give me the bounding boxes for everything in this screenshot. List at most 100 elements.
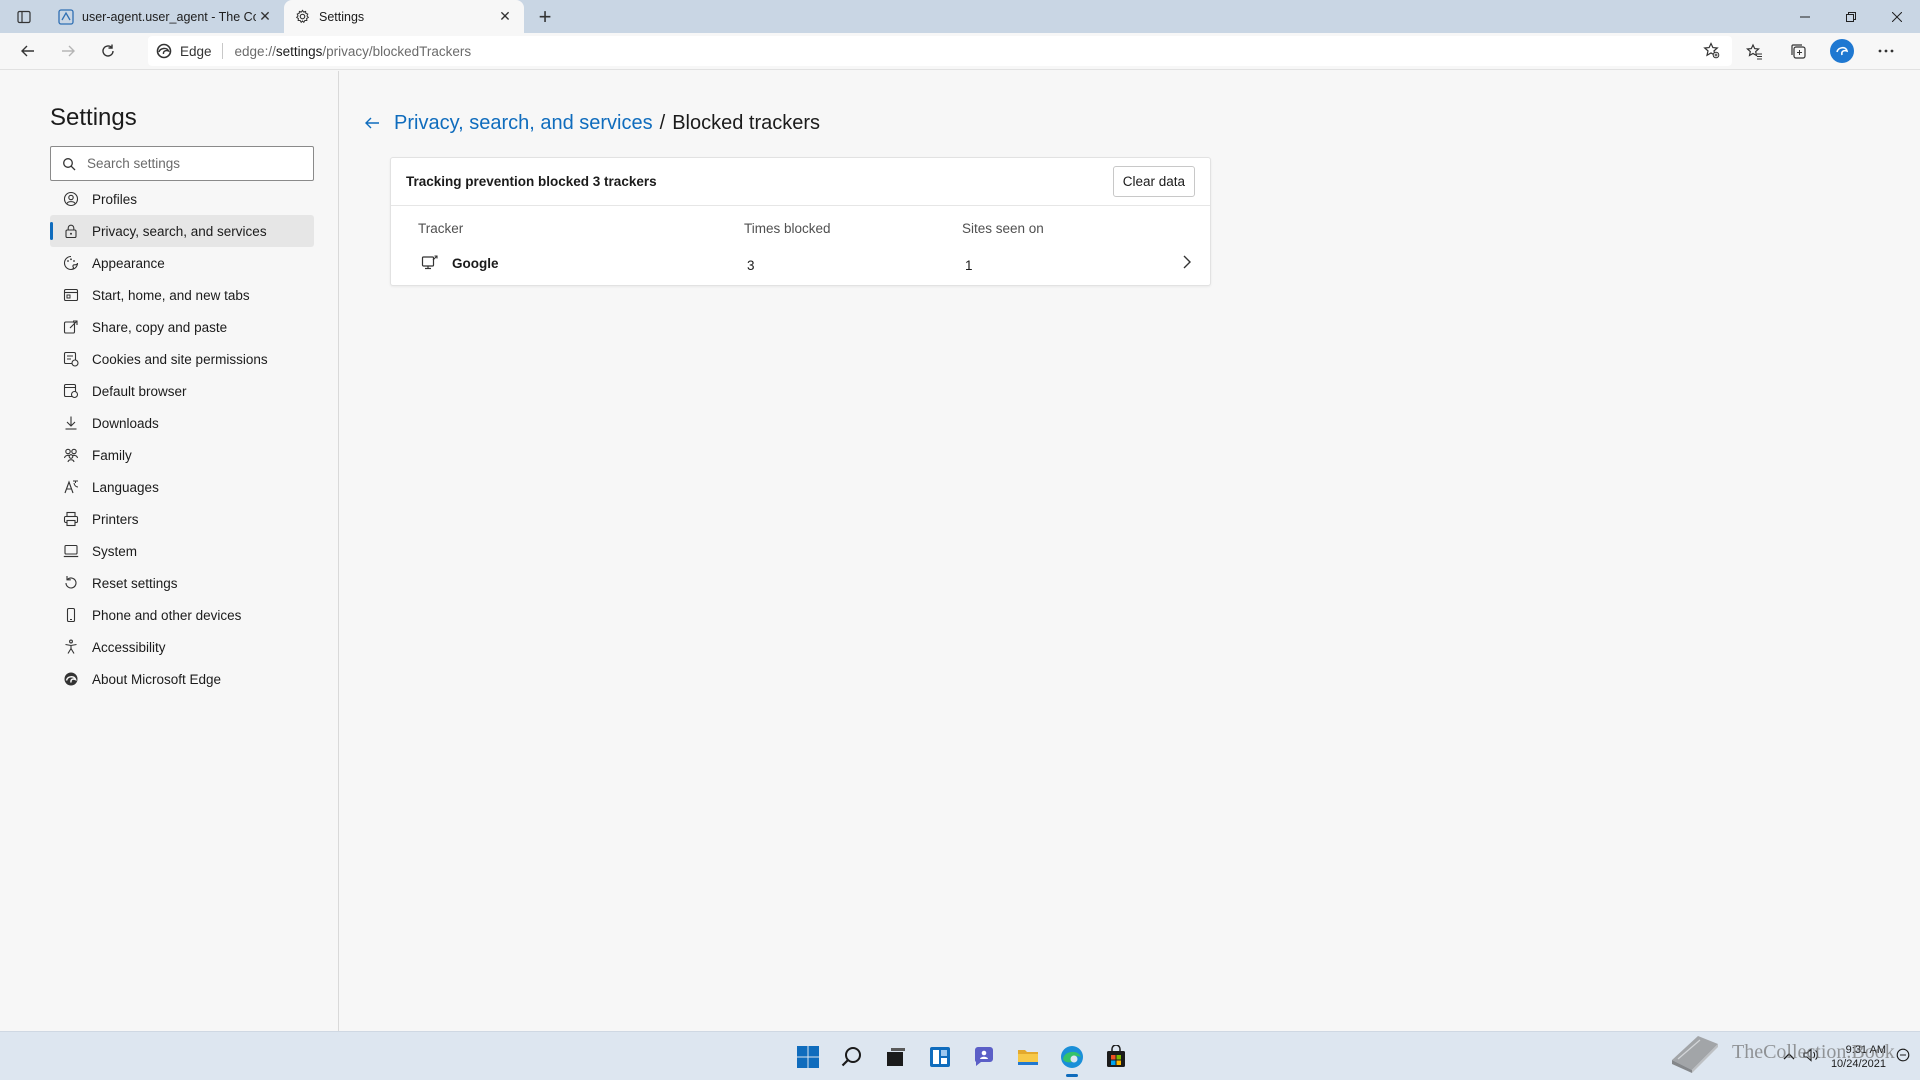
family-icon xyxy=(50,447,92,463)
sidebar-item-family[interactable]: Family xyxy=(50,439,314,471)
chevron-right-icon[interactable] xyxy=(1180,254,1194,275)
start-button[interactable] xyxy=(786,1035,830,1079)
watermark-text: TheCollection.Book xyxy=(1732,1040,1895,1063)
profile-button[interactable] xyxy=(1820,35,1864,67)
sidebar-item-label: Privacy, search, and services xyxy=(92,223,267,239)
search-settings-box[interactable] xyxy=(50,146,314,181)
url-path: /privacy/blockedTrackers xyxy=(322,43,472,59)
system-icon xyxy=(50,543,92,559)
taskbar-search-button[interactable] xyxy=(830,1035,874,1079)
column-header-sites-seen-on: Sites seen on xyxy=(962,221,1044,236)
tab-settings[interactable]: Settings ✕ xyxy=(284,0,524,33)
tab-user-agent[interactable]: user-agent.user_agent - The Coll ✕ xyxy=(47,0,284,33)
breadcrumb-separator: / xyxy=(659,111,666,134)
chat-button[interactable] xyxy=(962,1035,1006,1079)
collections-button[interactable] xyxy=(1776,35,1820,67)
favorites-icon xyxy=(1745,43,1762,59)
table-row[interactable]: Google 3 1 xyxy=(391,248,1210,280)
chat-icon xyxy=(974,1046,993,1066)
sidebar-item-default-browser[interactable]: Default browser xyxy=(50,375,314,407)
page-favicon-icon xyxy=(57,8,74,25)
download-icon xyxy=(50,415,92,431)
add-favorite-icon[interactable] xyxy=(1703,42,1720,62)
sidebar-item-system[interactable]: System xyxy=(50,535,314,567)
sidebar-item-share[interactable]: Share, copy and paste xyxy=(50,311,314,343)
sidebar-item-accessibility[interactable]: Accessibility xyxy=(50,631,314,663)
back-arrow-icon[interactable] xyxy=(358,109,386,137)
address-bar[interactable]: Edge edge://settings/privacy/blockedTrac… xyxy=(148,36,1732,66)
close-tab-icon[interactable]: ✕ xyxy=(496,8,514,26)
tab-title: Settings xyxy=(319,9,365,24)
edge-taskbar-button[interactable] xyxy=(1050,1035,1094,1079)
sidebar-item-label: Default browser xyxy=(92,383,187,399)
favorites-button[interactable] xyxy=(1732,35,1776,67)
more-icon xyxy=(1878,49,1894,53)
sidebar-item-profiles[interactable]: Profiles xyxy=(50,183,314,215)
more-options-button[interactable] xyxy=(1864,35,1908,67)
collections-icon xyxy=(1790,43,1806,59)
sidebar-item-about[interactable]: About Microsoft Edge xyxy=(50,663,314,695)
sidebar-item-label: Profiles xyxy=(92,191,138,207)
widgets-button[interactable] xyxy=(918,1035,962,1079)
close-window-icon[interactable] xyxy=(1874,0,1920,33)
forward-button[interactable] xyxy=(48,35,88,67)
default-browser-icon xyxy=(50,383,92,399)
sidebar-item-label: Family xyxy=(92,447,132,463)
new-tab-button[interactable]: + xyxy=(528,0,562,33)
edge-logo-icon xyxy=(50,671,92,687)
sidebar-item-printers[interactable]: Printers xyxy=(50,503,314,535)
task-view-button[interactable] xyxy=(874,1035,918,1079)
tab-actions-button[interactable] xyxy=(0,0,47,33)
sidebar-item-languages[interactable]: Languages xyxy=(50,471,314,503)
tracker-icon xyxy=(421,254,439,272)
task-view-icon xyxy=(887,1047,905,1066)
sidebar-item-cookies[interactable]: Cookies and site permissions xyxy=(50,343,314,375)
close-tab-icon[interactable]: ✕ xyxy=(256,8,274,26)
tab-actions-icon xyxy=(16,10,31,23)
settings-title: Settings xyxy=(50,104,137,131)
window-controls xyxy=(1782,0,1920,33)
minimize-icon[interactable] xyxy=(1782,0,1828,33)
sidebar-item-label: Accessibility xyxy=(92,639,166,655)
sidebar-item-privacy[interactable]: Privacy, search, and services xyxy=(50,215,314,247)
sidebar-item-label: Cookies and site permissions xyxy=(92,351,268,367)
taskbar-apps xyxy=(786,1032,1138,1080)
sidebar-item-downloads[interactable]: Downloads xyxy=(50,407,314,439)
restore-icon[interactable] xyxy=(1828,0,1874,33)
edge-site-chip[interactable]: Edge xyxy=(148,43,222,59)
reset-icon xyxy=(50,575,92,591)
avatar xyxy=(1830,39,1854,63)
sidebar-item-label: Downloads xyxy=(92,415,159,431)
sidebar-item-label: Share, copy and paste xyxy=(92,319,228,335)
edge-icon xyxy=(1061,1045,1083,1068)
sidebar-item-label: Reset settings xyxy=(92,575,178,591)
clear-data-button[interactable]: Clear data xyxy=(1112,166,1195,197)
sidebar-item-label: Printers xyxy=(92,511,139,527)
appearance-icon xyxy=(50,255,92,271)
breadcrumb-privacy-link[interactable]: Privacy, search, and services xyxy=(394,112,653,135)
settings-main: Privacy, search, and services / Blocked … xyxy=(340,71,1920,1031)
printer-icon xyxy=(50,511,92,527)
share-icon xyxy=(50,319,92,335)
sidebar-item-phone[interactable]: Phone and other devices xyxy=(50,599,314,631)
widgets-icon xyxy=(930,1046,950,1067)
sidebar-item-label: Start, home, and new tabs xyxy=(92,287,250,303)
home-tabs-icon xyxy=(50,287,92,303)
sidebar-item-label: Appearance xyxy=(92,255,165,271)
phone-icon xyxy=(50,607,92,623)
tracker-name: Google xyxy=(452,256,499,271)
refresh-button[interactable] xyxy=(88,35,128,67)
search-input[interactable] xyxy=(87,156,307,171)
languages-icon xyxy=(50,479,92,495)
back-button[interactable] xyxy=(8,35,48,67)
store-icon xyxy=(1107,1044,1125,1067)
sidebar-item-appearance[interactable]: Appearance xyxy=(50,247,314,279)
sidebar-item-start-home[interactable]: Start, home, and new tabs xyxy=(50,279,314,311)
store-button[interactable] xyxy=(1094,1035,1138,1079)
file-explorer-button[interactable] xyxy=(1006,1035,1050,1079)
book-logo-icon xyxy=(1672,1036,1718,1073)
cookies-icon xyxy=(50,351,92,367)
sidebar-item-reset[interactable]: Reset settings xyxy=(50,567,314,599)
notification-icon[interactable] xyxy=(1896,1048,1910,1065)
divider xyxy=(221,43,223,59)
